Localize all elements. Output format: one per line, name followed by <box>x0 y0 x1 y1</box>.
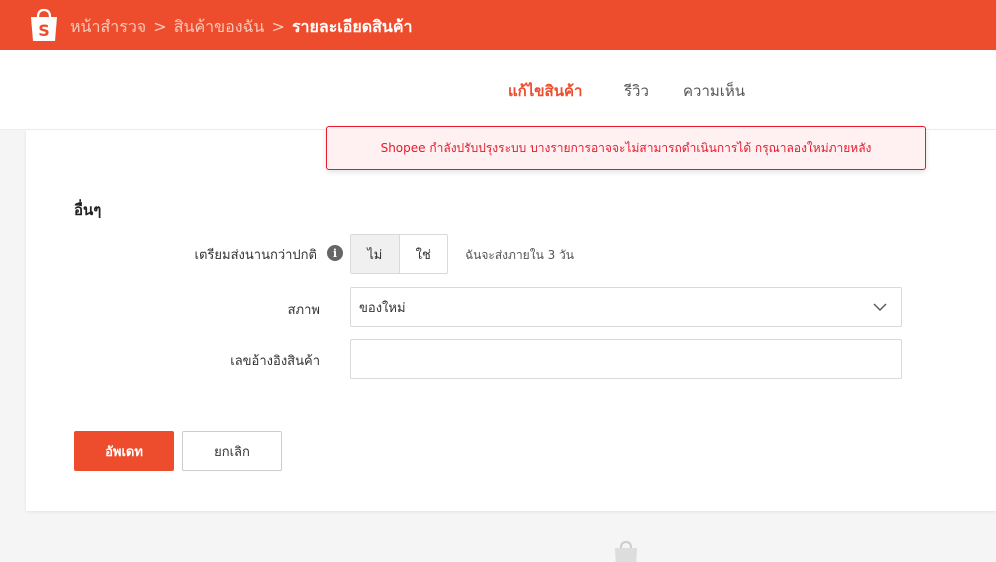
tab-bar: แก้ไขสินค้า รีวิว ความเห็น <box>0 50 996 130</box>
sku-label: เลขอ้างอิงสินค้า <box>230 354 320 369</box>
info-icon[interactable]: i <box>327 245 343 261</box>
top-header: S หน้าสำรวจ > สินค้าของฉัน > รายละเอียดส… <box>0 0 996 50</box>
section-title: อื่นๆ <box>74 201 102 219</box>
cancel-button[interactable]: ยกเลิก <box>182 431 282 471</box>
sku-input[interactable] <box>350 339 902 379</box>
tab-edit-product[interactable]: แก้ไขสินค้า <box>508 79 582 103</box>
footer-logo-icon <box>615 540 637 562</box>
maintenance-alert: Shopee กำลังปรับปรุงระบบ บางรายการอาจจะไ… <box>326 126 926 170</box>
breadcrumb-my-products[interactable]: สินค้าของฉัน <box>174 17 265 36</box>
chevron-down-icon <box>873 303 887 311</box>
preorder-yes-option[interactable]: ใช่ <box>398 235 448 273</box>
condition-label: สภาพ <box>287 303 320 318</box>
preorder-label: เตรียมส่งนานกว่าปกติ <box>194 248 317 263</box>
breadcrumb-separator: > <box>271 17 285 36</box>
breadcrumb: หน้าสำรวจ > สินค้าของฉัน > รายละเอียดสิน… <box>70 15 413 40</box>
preorder-hint: ฉันจะส่งภายใน 3 วัน <box>465 248 574 262</box>
preorder-no-option[interactable]: ไม่ <box>351 235 399 273</box>
alert-message: Shopee กำลังปรับปรุงระบบ บางรายการอาจจะไ… <box>380 140 872 155</box>
tab-reviews[interactable]: รีวิว <box>624 79 649 103</box>
tab-comments[interactable]: ความเห็น <box>683 79 745 103</box>
update-button[interactable]: อัพเดท <box>74 431 174 471</box>
condition-select[interactable]: ของใหม่ <box>350 287 902 327</box>
svg-text:S: S <box>38 21 50 40</box>
breadcrumb-current: รายละเอียดสินค้า <box>291 17 413 36</box>
breadcrumb-explore[interactable]: หน้าสำรวจ <box>70 17 146 36</box>
condition-value: ของใหม่ <box>359 300 406 316</box>
preorder-toggle: ไม่ ใช่ <box>350 234 448 274</box>
shopee-logo-icon[interactable]: S <box>28 7 60 43</box>
breadcrumb-separator: > <box>153 17 167 36</box>
